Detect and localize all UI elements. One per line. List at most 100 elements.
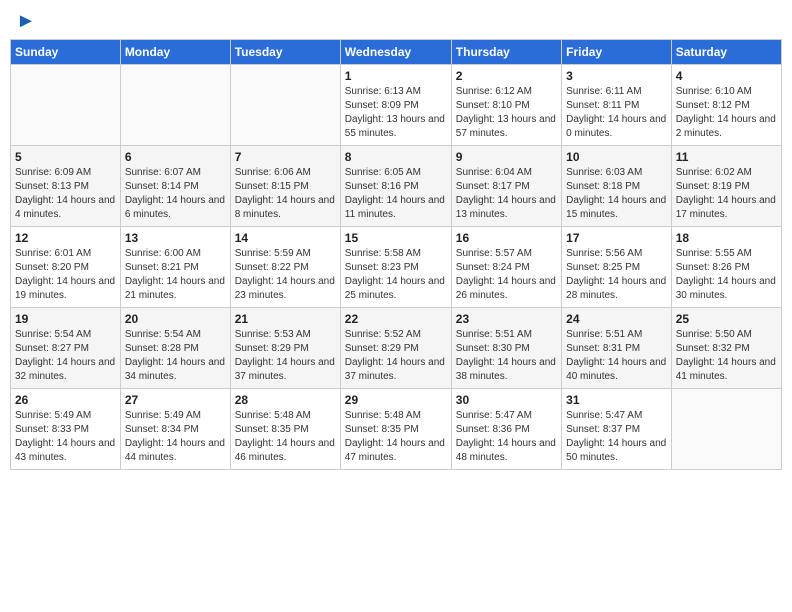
week-row-3: 12 Sunrise: 6:01 AMSunset: 8:20 PMDaylig… (11, 227, 782, 308)
calendar-cell: 5 Sunrise: 6:09 AMSunset: 8:13 PMDayligh… (11, 146, 121, 227)
calendar-cell: 26 Sunrise: 5:49 AMSunset: 8:33 PMDaylig… (11, 389, 121, 470)
weekday-header-row: SundayMondayTuesdayWednesdayThursdayFrid… (11, 40, 782, 65)
day-info: Sunrise: 5:58 AMSunset: 8:23 PMDaylight:… (345, 247, 447, 303)
day-number: 1 (345, 69, 447, 83)
weekday-header-saturday: Saturday (671, 40, 781, 65)
week-row-1: 1 Sunrise: 6:13 AMSunset: 8:09 PMDayligh… (11, 65, 782, 146)
day-info: Sunrise: 6:04 AMSunset: 8:17 PMDaylight:… (456, 166, 557, 222)
day-info: Sunrise: 5:50 AMSunset: 8:32 PMDaylight:… (676, 328, 777, 384)
calendar-cell: 17 Sunrise: 5:56 AMSunset: 8:25 PMDaylig… (562, 227, 672, 308)
day-info: Sunrise: 5:54 AMSunset: 8:27 PMDaylight:… (15, 328, 116, 384)
day-info: Sunrise: 6:01 AMSunset: 8:20 PMDaylight:… (15, 247, 116, 303)
calendar-cell: 23 Sunrise: 5:51 AMSunset: 8:30 PMDaylig… (451, 308, 561, 389)
calendar-cell: 16 Sunrise: 5:57 AMSunset: 8:24 PMDaylig… (451, 227, 561, 308)
day-number: 27 (125, 393, 226, 407)
day-number: 10 (566, 150, 667, 164)
calendar-cell (671, 389, 781, 470)
day-info: Sunrise: 5:48 AMSunset: 8:35 PMDaylight:… (345, 409, 447, 465)
day-number: 12 (15, 231, 116, 245)
day-number: 17 (566, 231, 667, 245)
day-number: 25 (676, 312, 777, 326)
day-number: 14 (235, 231, 336, 245)
week-row-2: 5 Sunrise: 6:09 AMSunset: 8:13 PMDayligh… (11, 146, 782, 227)
day-info: Sunrise: 5:56 AMSunset: 8:25 PMDaylight:… (566, 247, 667, 303)
calendar-cell: 3 Sunrise: 6:11 AMSunset: 8:11 PMDayligh… (562, 65, 672, 146)
day-info: Sunrise: 5:49 AMSunset: 8:34 PMDaylight:… (125, 409, 226, 465)
calendar-table: SundayMondayTuesdayWednesdayThursdayFrid… (10, 39, 782, 470)
week-row-5: 26 Sunrise: 5:49 AMSunset: 8:33 PMDaylig… (11, 389, 782, 470)
day-number: 2 (456, 69, 557, 83)
calendar-cell (11, 65, 121, 146)
day-info: Sunrise: 5:48 AMSunset: 8:35 PMDaylight:… (235, 409, 336, 465)
day-info: Sunrise: 6:09 AMSunset: 8:13 PMDaylight:… (15, 166, 116, 222)
day-number: 8 (345, 150, 447, 164)
calendar-cell: 15 Sunrise: 5:58 AMSunset: 8:23 PMDaylig… (340, 227, 451, 308)
calendar-cell: 25 Sunrise: 5:50 AMSunset: 8:32 PMDaylig… (671, 308, 781, 389)
day-info: Sunrise: 6:10 AMSunset: 8:12 PMDaylight:… (676, 85, 777, 141)
calendar-cell: 31 Sunrise: 5:47 AMSunset: 8:37 PMDaylig… (562, 389, 672, 470)
calendar-cell: 8 Sunrise: 6:05 AMSunset: 8:16 PMDayligh… (340, 146, 451, 227)
day-number: 22 (345, 312, 447, 326)
calendar-cell: 11 Sunrise: 6:02 AMSunset: 8:19 PMDaylig… (671, 146, 781, 227)
day-info: Sunrise: 5:59 AMSunset: 8:22 PMDaylight:… (235, 247, 336, 303)
calendar-cell: 24 Sunrise: 5:51 AMSunset: 8:31 PMDaylig… (562, 308, 672, 389)
day-info: Sunrise: 5:52 AMSunset: 8:29 PMDaylight:… (345, 328, 447, 384)
calendar-cell: 6 Sunrise: 6:07 AMSunset: 8:14 PMDayligh… (120, 146, 230, 227)
calendar-cell: 12 Sunrise: 6:01 AMSunset: 8:20 PMDaylig… (11, 227, 121, 308)
day-number: 9 (456, 150, 557, 164)
day-info: Sunrise: 5:49 AMSunset: 8:33 PMDaylight:… (15, 409, 116, 465)
day-number: 30 (456, 393, 557, 407)
day-info: Sunrise: 5:57 AMSunset: 8:24 PMDaylight:… (456, 247, 557, 303)
weekday-header-tuesday: Tuesday (230, 40, 340, 65)
calendar-cell: 1 Sunrise: 6:13 AMSunset: 8:09 PMDayligh… (340, 65, 451, 146)
weekday-header-sunday: Sunday (11, 40, 121, 65)
day-number: 31 (566, 393, 667, 407)
day-number: 15 (345, 231, 447, 245)
day-number: 11 (676, 150, 777, 164)
day-number: 16 (456, 231, 557, 245)
calendar-cell: 29 Sunrise: 5:48 AMSunset: 8:35 PMDaylig… (340, 389, 451, 470)
weekday-header-monday: Monday (120, 40, 230, 65)
calendar-cell: 2 Sunrise: 6:12 AMSunset: 8:10 PMDayligh… (451, 65, 561, 146)
calendar-cell: 28 Sunrise: 5:48 AMSunset: 8:35 PMDaylig… (230, 389, 340, 470)
calendar-cell: 19 Sunrise: 5:54 AMSunset: 8:27 PMDaylig… (11, 308, 121, 389)
calendar-cell: 9 Sunrise: 6:04 AMSunset: 8:17 PMDayligh… (451, 146, 561, 227)
day-number: 3 (566, 69, 667, 83)
day-info: Sunrise: 6:07 AMSunset: 8:14 PMDaylight:… (125, 166, 226, 222)
day-info: Sunrise: 6:11 AMSunset: 8:11 PMDaylight:… (566, 85, 667, 141)
day-number: 13 (125, 231, 226, 245)
day-info: Sunrise: 6:00 AMSunset: 8:21 PMDaylight:… (125, 247, 226, 303)
day-info: Sunrise: 5:47 AMSunset: 8:37 PMDaylight:… (566, 409, 667, 465)
day-info: Sunrise: 5:55 AMSunset: 8:26 PMDaylight:… (676, 247, 777, 303)
day-number: 21 (235, 312, 336, 326)
weekday-header-wednesday: Wednesday (340, 40, 451, 65)
calendar-cell (120, 65, 230, 146)
calendar-cell: 7 Sunrise: 6:06 AMSunset: 8:15 PMDayligh… (230, 146, 340, 227)
calendar-cell: 30 Sunrise: 5:47 AMSunset: 8:36 PMDaylig… (451, 389, 561, 470)
calendar-cell: 10 Sunrise: 6:03 AMSunset: 8:18 PMDaylig… (562, 146, 672, 227)
day-info: Sunrise: 5:51 AMSunset: 8:30 PMDaylight:… (456, 328, 557, 384)
calendar-cell: 14 Sunrise: 5:59 AMSunset: 8:22 PMDaylig… (230, 227, 340, 308)
day-number: 23 (456, 312, 557, 326)
day-info: Sunrise: 6:03 AMSunset: 8:18 PMDaylight:… (566, 166, 667, 222)
day-number: 26 (15, 393, 116, 407)
day-info: Sunrise: 5:54 AMSunset: 8:28 PMDaylight:… (125, 328, 226, 384)
weekday-header-thursday: Thursday (451, 40, 561, 65)
day-number: 24 (566, 312, 667, 326)
calendar-cell: 13 Sunrise: 6:00 AMSunset: 8:21 PMDaylig… (120, 227, 230, 308)
day-number: 6 (125, 150, 226, 164)
day-info: Sunrise: 6:13 AMSunset: 8:09 PMDaylight:… (345, 85, 447, 141)
calendar-cell: 22 Sunrise: 5:52 AMSunset: 8:29 PMDaylig… (340, 308, 451, 389)
page-header: ► (10, 10, 782, 33)
calendar-cell: 18 Sunrise: 5:55 AMSunset: 8:26 PMDaylig… (671, 227, 781, 308)
day-number: 28 (235, 393, 336, 407)
logo-bird-icon: ► (16, 10, 36, 33)
calendar-cell: 21 Sunrise: 5:53 AMSunset: 8:29 PMDaylig… (230, 308, 340, 389)
day-number: 18 (676, 231, 777, 245)
calendar-cell: 20 Sunrise: 5:54 AMSunset: 8:28 PMDaylig… (120, 308, 230, 389)
day-number: 4 (676, 69, 777, 83)
day-info: Sunrise: 6:02 AMSunset: 8:19 PMDaylight:… (676, 166, 777, 222)
calendar-cell: 4 Sunrise: 6:10 AMSunset: 8:12 PMDayligh… (671, 65, 781, 146)
calendar-cell (230, 65, 340, 146)
day-info: Sunrise: 5:53 AMSunset: 8:29 PMDaylight:… (235, 328, 336, 384)
